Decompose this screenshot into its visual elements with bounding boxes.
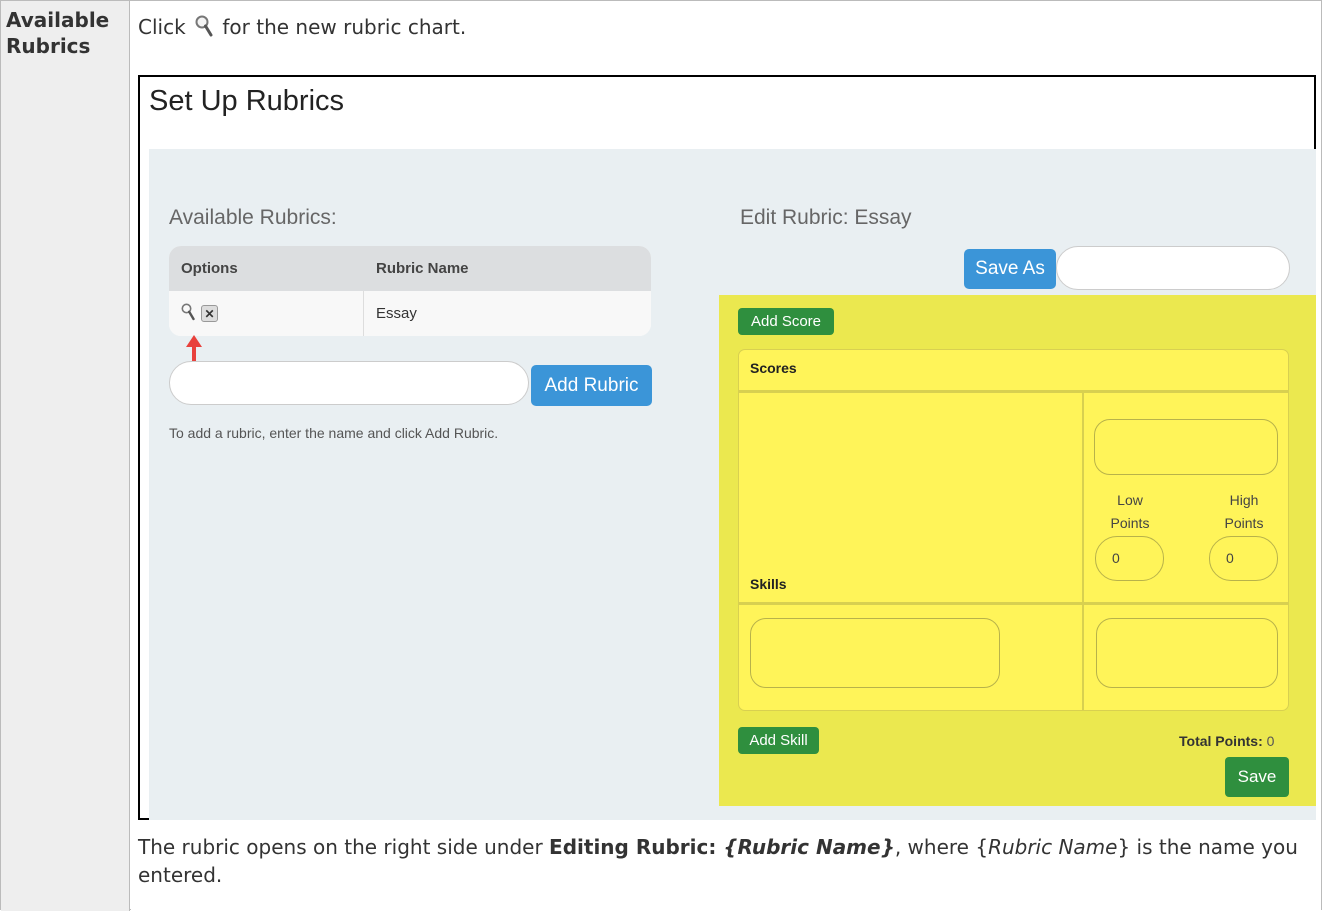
low-label-line1: Low bbox=[1117, 492, 1143, 508]
footer-bold: Editing Rubric: bbox=[549, 835, 724, 859]
rubrics-doc-table: Available Rubrics Click for the new rubr… bbox=[0, 0, 1322, 911]
total-points-label: Total Points: bbox=[1179, 733, 1263, 749]
score-name-input[interactable] bbox=[1094, 419, 1278, 475]
low-points-label: Low Points bbox=[1095, 489, 1165, 535]
rubric-editor-panel: Add Score Scores Low Points High Points … bbox=[719, 295, 1316, 806]
intro-after: for the new rubric chart. bbox=[222, 15, 467, 39]
footer-text: The rubric opens on the right side under… bbox=[138, 833, 1318, 889]
grid-divider bbox=[739, 602, 1288, 605]
row-label-line2: Rubrics bbox=[6, 34, 91, 58]
row-rubric-name: Essay bbox=[376, 305, 417, 322]
footer-italic: Rubric Name bbox=[988, 835, 1118, 859]
row-label-cell: Available Rubrics bbox=[1, 1, 130, 911]
magnifier-icon bbox=[195, 15, 213, 42]
add-skill-button[interactable]: Add Skill bbox=[738, 727, 819, 754]
edit-rubric-heading: Edit Rubric: Essay bbox=[740, 206, 912, 229]
save-as-input[interactable] bbox=[1056, 246, 1290, 290]
grid-divider bbox=[739, 390, 1288, 393]
col-rubric-name-header: Rubric Name bbox=[376, 260, 469, 277]
footer-bold-italic: {Rubric Name} bbox=[723, 835, 895, 859]
save-button[interactable]: Save bbox=[1225, 757, 1289, 797]
available-rubrics-heading: Available Rubrics: bbox=[169, 206, 337, 229]
low-points-input[interactable]: 0 bbox=[1095, 536, 1164, 581]
row-options-cell: ✕ bbox=[169, 291, 364, 336]
high-points-label: High Points bbox=[1209, 489, 1279, 535]
high-label-line1: High bbox=[1229, 492, 1259, 508]
magnifier-icon[interactable] bbox=[181, 303, 195, 325]
add-rubric-button[interactable]: Add Rubric bbox=[531, 365, 652, 406]
skill-score-input[interactable] bbox=[1096, 618, 1278, 688]
high-label-line2: Points bbox=[1224, 515, 1264, 531]
intro-before: Click bbox=[138, 15, 186, 39]
add-score-button[interactable]: Add Score bbox=[738, 308, 834, 335]
rubric-panel-body: Available Rubrics: Options Rubric Name ✕… bbox=[149, 149, 1316, 820]
row-label-line1: Available bbox=[6, 8, 110, 32]
total-points-value: 0 bbox=[1266, 733, 1275, 749]
rubric-screenshot: Set Up Rubrics Available Rubrics: Option… bbox=[138, 75, 1316, 820]
rubrics-table: Options Rubric Name ✕ Essay bbox=[169, 246, 651, 336]
skills-label: Skills bbox=[750, 576, 787, 592]
page-title: Set Up Rubrics bbox=[149, 85, 345, 117]
grid-divider bbox=[1082, 393, 1084, 710]
col-options-header: Options bbox=[181, 260, 238, 277]
footer-part1: The rubric opens on the right side under bbox=[138, 835, 550, 859]
table-row: ✕ Essay bbox=[169, 291, 651, 336]
add-rubric-hint: To add a rubric, enter the name and clic… bbox=[169, 425, 499, 441]
content-cell: Click for the new rubric chart. Set Up R… bbox=[131, 1, 1321, 911]
low-label-line2: Points bbox=[1110, 515, 1150, 531]
table-header: Options Rubric Name bbox=[169, 246, 651, 291]
new-rubric-name-input[interactable] bbox=[169, 361, 529, 405]
intro-text: Click for the new rubric chart. bbox=[138, 15, 466, 42]
high-points-input[interactable]: 0 bbox=[1209, 536, 1278, 581]
skill-name-input[interactable] bbox=[750, 618, 1000, 688]
total-points: Total Points: 0 bbox=[1179, 733, 1274, 749]
footer-part2: , where { bbox=[894, 835, 989, 859]
rubric-grid: Scores Low Points High Points 0 0 Skills bbox=[738, 349, 1289, 711]
delete-x-icon[interactable]: ✕ bbox=[201, 305, 218, 322]
scores-label: Scores bbox=[750, 360, 797, 376]
save-as-button[interactable]: Save As bbox=[964, 249, 1056, 289]
